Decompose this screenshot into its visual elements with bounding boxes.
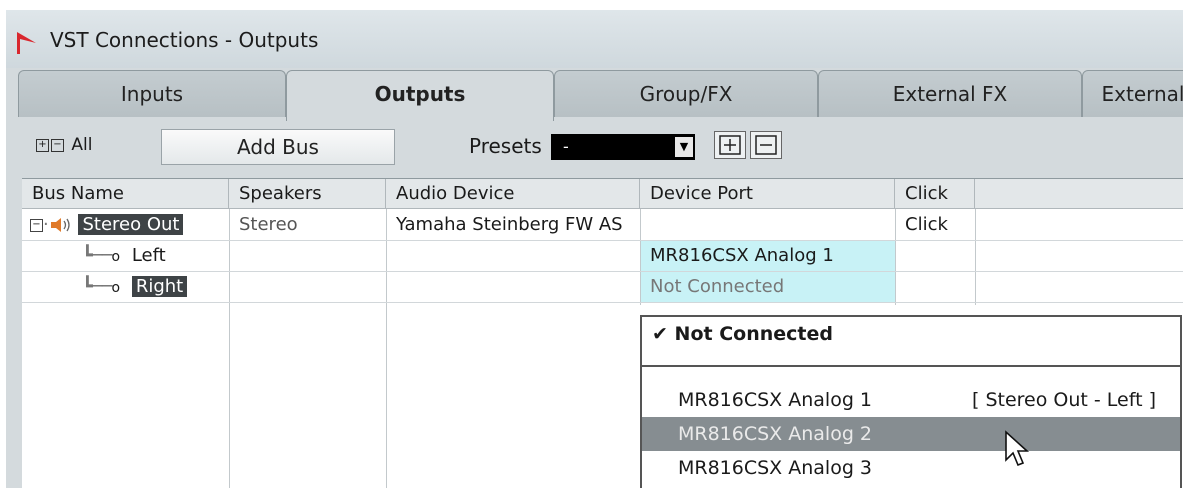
- toolbar: + − All Add Bus Presets - ▼: [6, 122, 1183, 172]
- bus-name-left[interactable]: Left: [126, 245, 166, 266]
- menu-separator: [642, 365, 1180, 367]
- column-divider: [895, 209, 896, 305]
- remove-preset-button[interactable]: [750, 131, 782, 159]
- row-divider: [22, 302, 1183, 303]
- cubase-logo-icon: [17, 32, 36, 54]
- column-divider: [975, 209, 976, 305]
- collapse-icon[interactable]: −: [30, 218, 43, 232]
- column-header-bus-name[interactable]: Bus Name: [22, 179, 229, 209]
- all-label: All: [71, 135, 93, 155]
- title-bar: VST Connections - Outputs: [6, 10, 1183, 68]
- column-divider: [229, 209, 230, 488]
- bus-name-cell[interactable]: ┗──o Right: [82, 272, 222, 302]
- menu-item-analog-3[interactable]: MR816CSX Analog 3: [642, 451, 1180, 485]
- audio-device-cell[interactable]: Yamaha Steinberg FW AS: [396, 210, 638, 240]
- expand-icon[interactable]: +: [36, 138, 49, 152]
- menu-item-not-connected[interactable]: ✔ Not Connected: [642, 317, 1180, 351]
- column-header-speakers[interactable]: Speakers: [229, 179, 386, 209]
- device-port-menu: ✔ Not Connected MR816CSX Analog 1 [ Ster…: [640, 315, 1182, 488]
- bus-name-cell[interactable]: − · Stereo Out: [30, 210, 228, 240]
- tree-connector: ┗──: [82, 276, 112, 297]
- add-bus-button[interactable]: Add Bus: [161, 129, 395, 165]
- presets-value: -: [563, 137, 569, 156]
- store-preset-icon: [719, 135, 741, 155]
- tab-group-fx[interactable]: Group/FX: [554, 70, 818, 117]
- menu-item-assignment: [ Stereo Out - Left ]: [972, 389, 1156, 411]
- column-header-click[interactable]: Click: [895, 179, 975, 209]
- store-preset-button[interactable]: [714, 131, 746, 159]
- menu-item-analog-1[interactable]: MR816CSX Analog 1 [ Stereo Out - Left ]: [642, 383, 1180, 417]
- menu-item-analog-2[interactable]: MR816CSX Analog 2: [642, 417, 1180, 451]
- tab-bar: Inputs Outputs Group/FX External FX Exte…: [6, 70, 1183, 121]
- tab-outputs[interactable]: Outputs: [286, 70, 554, 121]
- vst-connections-window: VST Connections - Outputs Inputs Outputs…: [6, 10, 1183, 488]
- channel-node-icon: o: [111, 249, 121, 265]
- menu-item-label: MR816CSX Analog 2: [678, 423, 873, 445]
- checkmark-icon: ✔: [652, 323, 668, 345]
- collapse-icon[interactable]: −: [51, 138, 64, 152]
- presets-label: Presets: [469, 134, 542, 158]
- tab-external-fx[interactable]: External FX: [818, 70, 1082, 117]
- speakers-cell: Stereo: [239, 214, 298, 235]
- presets-dropdown[interactable]: - ▼: [551, 134, 695, 160]
- column-header-audio-device[interactable]: Audio Device: [386, 179, 640, 209]
- remove-preset-icon: [755, 135, 777, 155]
- bus-name-right[interactable]: Right: [131, 276, 188, 297]
- device-port-cell[interactable]: MR816CSX Analog 1: [641, 241, 895, 271]
- expand-all-control[interactable]: + − All: [36, 135, 92, 155]
- tree-connector: ┗──: [82, 245, 112, 266]
- menu-item-label: Not Connected: [674, 323, 833, 345]
- speaker-icon: [50, 218, 70, 232]
- tab-inputs[interactable]: Inputs: [18, 70, 286, 117]
- chevron-down-icon[interactable]: ▼: [675, 137, 693, 157]
- column-header-device-port[interactable]: Device Port: [640, 179, 895, 209]
- column-divider: [386, 209, 387, 488]
- tab-external-instruments[interactable]: External: [1082, 70, 1183, 117]
- window-title: VST Connections - Outputs: [50, 28, 319, 52]
- device-port-cell[interactable]: Not Connected: [641, 272, 895, 302]
- click-cell[interactable]: Click: [905, 210, 948, 240]
- column-header-empty: [975, 179, 1183, 209]
- channel-node-icon: o: [111, 280, 121, 296]
- bus-name-stereo-out[interactable]: Stereo Out: [78, 214, 184, 235]
- mouse-pointer-icon: [1005, 430, 1030, 467]
- menu-item-label: MR816CSX Analog 3: [678, 457, 873, 479]
- bus-name-cell[interactable]: ┗──o Left: [82, 241, 222, 271]
- menu-item-label: MR816CSX Analog 1: [678, 389, 873, 411]
